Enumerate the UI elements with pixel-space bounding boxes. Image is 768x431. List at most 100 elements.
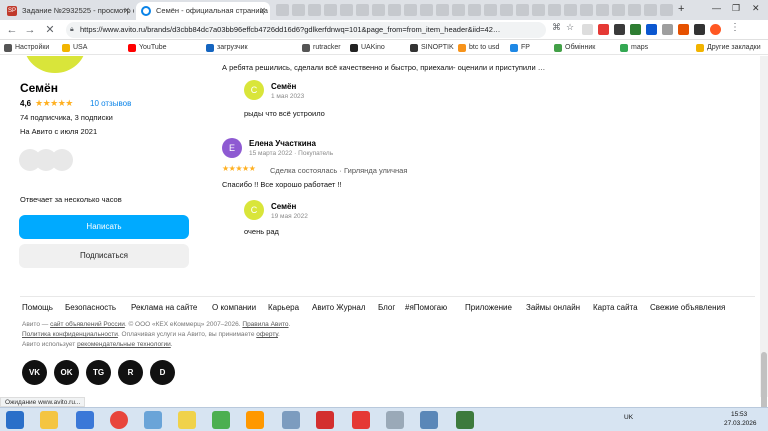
bookmark-youtube[interactable]: YouTube: [128, 41, 167, 54]
forward-arrow-icon[interactable]: →: [22, 22, 38, 38]
rutube-icon[interactable]: R: [118, 360, 143, 385]
footer-link-sitemap[interactable]: Карта сайта: [593, 303, 638, 312]
footer-link-about[interactable]: О компании: [212, 303, 256, 312]
pinned-tab-icon[interactable]: [548, 4, 561, 16]
app-icon[interactable]: [420, 411, 438, 429]
bookmark-fp[interactable]: FP: [510, 41, 530, 54]
legal-link-recommendations[interactable]: рекомендательные технологии: [77, 341, 171, 348]
close-window-button[interactable]: ✕: [752, 3, 760, 14]
extension-icon[interactable]: [662, 24, 673, 35]
bookmark-rutracker[interactable]: rutracker: [302, 41, 341, 54]
pinned-tab-icon[interactable]: [580, 4, 593, 16]
pinned-tab-icon[interactable]: [468, 4, 481, 16]
footer-link-blog[interactable]: Блог: [378, 303, 395, 312]
odnoklassniki-icon[interactable]: OK: [54, 360, 79, 385]
extension-icon[interactable]: [582, 24, 593, 35]
pinned-tab-icon[interactable]: [308, 4, 321, 16]
pinned-tab-icon[interactable]: [660, 4, 673, 16]
legal-link-offer[interactable]: оферту: [256, 331, 278, 338]
pinned-tab-icon[interactable]: [292, 4, 305, 16]
bookmark-usa[interactable]: USA: [62, 41, 87, 54]
bookmark-other[interactable]: Другие закладки: [696, 41, 761, 54]
app-icon[interactable]: [246, 411, 264, 429]
extension-icon[interactable]: [694, 24, 705, 35]
chrome-icon[interactable]: [110, 411, 128, 429]
footer-link-ihelp[interactable]: #яПомогаю: [405, 303, 447, 312]
pinned-tab-icon[interactable]: [356, 4, 369, 16]
pinned-tab-icon[interactable]: [484, 4, 497, 16]
url-field[interactable]: 🔒︎ https://www.avito.ru/brands/d3cbb84dc…: [66, 22, 546, 38]
pinned-tab-icon[interactable]: [612, 4, 625, 16]
pinned-tab-icon[interactable]: [340, 4, 353, 16]
bookmark-exchanger[interactable]: Обмінник: [554, 41, 595, 54]
tab-avito[interactable]: Семён - официальная страница п ✕: [136, 2, 270, 20]
bookmark-downloader[interactable]: загрузчик: [206, 41, 248, 54]
pinned-tab-icon[interactable]: [276, 4, 289, 16]
extension-icon[interactable]: [630, 24, 641, 35]
bookmark-uakino[interactable]: UAKino: [350, 41, 385, 54]
menu-icon[interactable]: ⋮: [730, 22, 740, 33]
bookmark-btc[interactable]: btc to usd: [458, 41, 499, 54]
close-icon[interactable]: ✕: [123, 2, 130, 20]
pinned-tab-icon[interactable]: [420, 4, 433, 16]
pinned-tab-icon[interactable]: [500, 4, 513, 16]
pinned-tab-icon[interactable]: [404, 4, 417, 16]
pinned-tab-icon[interactable]: [532, 4, 545, 16]
pinned-tab-icon[interactable]: [628, 4, 641, 16]
new-tab-button[interactable]: +: [678, 3, 684, 15]
pinned-tab-icon[interactable]: [324, 4, 337, 16]
footer-link-journal[interactable]: Авито Журнал: [312, 303, 366, 312]
app-icon[interactable]: [76, 411, 94, 429]
pinned-tab-icon[interactable]: [516, 4, 529, 16]
footer-link-fresh-ads[interactable]: Свежие объявления: [650, 303, 725, 312]
page-scrollbar[interactable]: [760, 56, 768, 422]
legal-link-classifieds[interactable]: сайт объявлений России: [50, 321, 125, 328]
close-icon[interactable]: ✕: [259, 2, 266, 20]
stop-icon[interactable]: ✕: [42, 22, 58, 38]
ltc-extension-icon[interactable]: [614, 24, 625, 35]
legal-link-privacy[interactable]: Политика конфиденциальности: [22, 331, 118, 338]
language-indicator[interactable]: UK: [624, 414, 633, 421]
bookmark-star-icon[interactable]: ☆: [566, 22, 574, 33]
pinned-tab-icon[interactable]: [388, 4, 401, 16]
pinned-tab-icon[interactable]: [564, 4, 577, 16]
telegram-icon[interactable]: TG: [86, 360, 111, 385]
minimize-button[interactable]: —: [712, 3, 721, 13]
footer-link-app[interactable]: Приложение: [465, 303, 512, 312]
app-icon[interactable]: [352, 411, 370, 429]
translate-icon[interactable]: ⌘: [552, 22, 561, 33]
start-button-icon[interactable]: [6, 411, 24, 429]
footer-link-help[interactable]: Помощь: [22, 303, 53, 312]
write-button[interactable]: Написать: [19, 215, 189, 239]
pinned-tab-icon[interactable]: [452, 4, 465, 16]
maximize-button[interactable]: ❐: [732, 3, 740, 14]
tab-task[interactable]: SP Задание №2932525 - просмотр с ✕: [2, 2, 134, 20]
bookmark-sinoptik[interactable]: SINOPTIK: [410, 41, 454, 54]
back-arrow-icon[interactable]: ←: [4, 22, 20, 38]
pinned-tab-icon[interactable]: [596, 4, 609, 16]
bookmark-maps[interactable]: maps: [620, 41, 648, 54]
bookmark-settings[interactable]: Настройки: [4, 41, 49, 54]
legal-link-rules[interactable]: Правила Авито: [242, 321, 288, 328]
app-icon[interactable]: [212, 411, 230, 429]
pinned-tab-icon[interactable]: [644, 4, 657, 16]
app-icon[interactable]: [144, 411, 162, 429]
extension-icon[interactable]: [598, 24, 609, 35]
extension-icon[interactable]: [646, 24, 657, 35]
footer-link-loans[interactable]: Займы онлайн: [526, 303, 580, 312]
yandex-icon[interactable]: [178, 411, 196, 429]
reviews-link[interactable]: 10 отзывов: [90, 99, 131, 108]
explorer-icon[interactable]: [40, 411, 58, 429]
extension-icon[interactable]: [678, 24, 689, 35]
app-icon[interactable]: [456, 411, 474, 429]
subscribe-button[interactable]: Подписаться: [19, 244, 189, 268]
dzen-icon[interactable]: D: [150, 360, 175, 385]
footer-link-ads[interactable]: Реклама на сайте: [131, 303, 197, 312]
footer-link-career[interactable]: Карьера: [268, 303, 299, 312]
vk-icon[interactable]: VK: [22, 360, 47, 385]
pinned-tab-icon[interactable]: [436, 4, 449, 16]
footer-link-security[interactable]: Безопасность: [65, 303, 116, 312]
app-icon[interactable]: [316, 411, 334, 429]
pinned-tab-icon[interactable]: [372, 4, 385, 16]
profile-icon[interactable]: [710, 24, 721, 35]
